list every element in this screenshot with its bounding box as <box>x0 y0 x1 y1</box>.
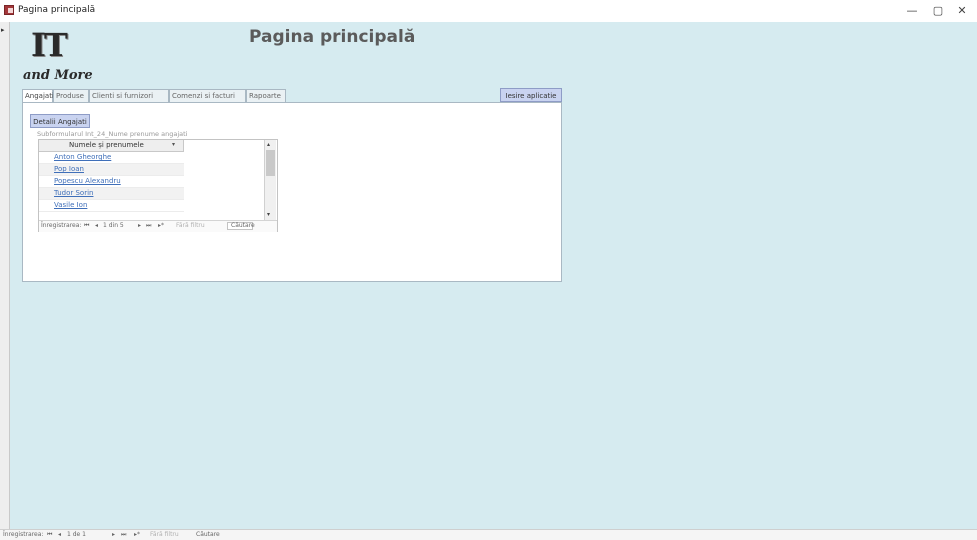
tab-rapoarte[interactable]: Rapoarte <box>246 89 286 102</box>
access-form-icon <box>4 5 14 15</box>
company-logo: IT and More <box>23 26 101 86</box>
table-row: Vasile Ion <box>39 200 184 212</box>
next-record-icon[interactable]: ▸ <box>112 531 115 538</box>
tab-angajati[interactable]: Angajati <box>22 89 54 103</box>
scroll-thumb[interactable] <box>266 150 275 176</box>
tab-page-angajati: Detalii Angajati Subformularul Int_24_Nu… <box>22 102 562 282</box>
window-titlebar: Pagina principală — ▢ ✕ <box>0 0 977 23</box>
employees-subform: Numele și prenumele ▾ Anton Gheorghe Pop… <box>38 139 278 232</box>
previous-record-icon[interactable]: ◂ <box>58 531 61 538</box>
table-row: Popescu Alexandru <box>39 176 184 188</box>
restore-button[interactable]: ▢ <box>929 3 947 19</box>
employee-link[interactable]: Popescu Alexandru <box>54 177 121 185</box>
column-header-name[interactable]: Numele și prenumele ▾ <box>39 140 184 152</box>
logo-text-it: IT <box>31 26 68 64</box>
new-record-icon[interactable]: ▸* <box>158 222 164 229</box>
subform-label: Subformularul Int_24_Nume prenume angaja… <box>37 130 188 138</box>
table-row: Tudor Sorin <box>39 188 184 200</box>
record-label: Înregistrarea: <box>3 531 44 538</box>
tab-produse[interactable]: Produse <box>53 89 89 102</box>
filter-status[interactable]: Fără filtru <box>150 531 179 538</box>
employee-list: Anton Gheorghe Pop Ioan Popescu Alexandr… <box>39 152 184 212</box>
tab-comenzi-facturi[interactable]: Comenzi si facturi <box>169 89 246 102</box>
filter-status[interactable]: Fără filtru <box>176 222 205 229</box>
record-position[interactable]: 1 de 1 <box>67 531 86 538</box>
last-record-icon[interactable]: ⏭ <box>121 531 126 539</box>
last-record-icon[interactable]: ⏭ <box>146 222 151 230</box>
table-row: Pop Ioan <box>39 164 184 176</box>
employee-link[interactable]: Pop Ioan <box>54 165 84 173</box>
subform-record-navigation: Înregistrarea: ⏮ ◂ 1 din 5 ▸ ⏭ ▸* Fără f… <box>39 220 277 232</box>
previous-record-icon[interactable]: ◂ <box>95 222 98 229</box>
record-selector-arrow-icon: ▸ <box>1 26 5 34</box>
first-record-icon[interactable]: ⏮ <box>47 531 52 539</box>
vertical-scrollbar[interactable]: ▴ ▾ <box>264 140 276 220</box>
employee-link[interactable]: Anton Gheorghe <box>54 153 111 161</box>
employee-details-button[interactable]: Detalii Angajati <box>30 114 90 128</box>
column-header-label: Numele și prenumele <box>69 141 144 149</box>
table-row: Anton Gheorghe <box>39 152 184 164</box>
minimize-button[interactable]: — <box>903 3 921 19</box>
window-title: Pagina principală <box>18 5 96 15</box>
record-label: Înregistrarea: <box>41 222 82 229</box>
new-record-icon[interactable]: ▸* <box>134 531 140 538</box>
employee-link[interactable]: Tudor Sorin <box>54 189 93 197</box>
employee-link[interactable]: Vasile Ion <box>54 201 87 209</box>
main-form: IT and More Pagina principală Angajati P… <box>10 22 977 529</box>
logo-text-and-more: and More <box>23 68 93 83</box>
main-record-navigation: Înregistrarea: ⏮ ◂ 1 de 1 ▸ ⏭ ▸* Fără fi… <box>0 529 977 540</box>
page-title: Pagina principală <box>249 27 416 47</box>
record-position[interactable]: 1 din 5 <box>103 222 124 229</box>
record-selector[interactable]: ▸ <box>0 22 10 529</box>
search-label: Căutare <box>231 222 255 229</box>
search-label[interactable]: Căutare <box>196 531 220 538</box>
tab-clienti-furnizori[interactable]: Clienti si furnizori <box>89 89 169 102</box>
scroll-up-icon[interactable]: ▴ <box>267 141 270 148</box>
scroll-down-icon[interactable]: ▾ <box>267 211 270 218</box>
exit-app-button[interactable]: Iesire aplicatie <box>500 88 562 102</box>
next-record-icon[interactable]: ▸ <box>138 222 141 229</box>
first-record-icon[interactable]: ⏮ <box>84 222 89 230</box>
dropdown-arrow-icon[interactable]: ▾ <box>172 141 175 148</box>
close-button[interactable]: ✕ <box>953 3 971 19</box>
